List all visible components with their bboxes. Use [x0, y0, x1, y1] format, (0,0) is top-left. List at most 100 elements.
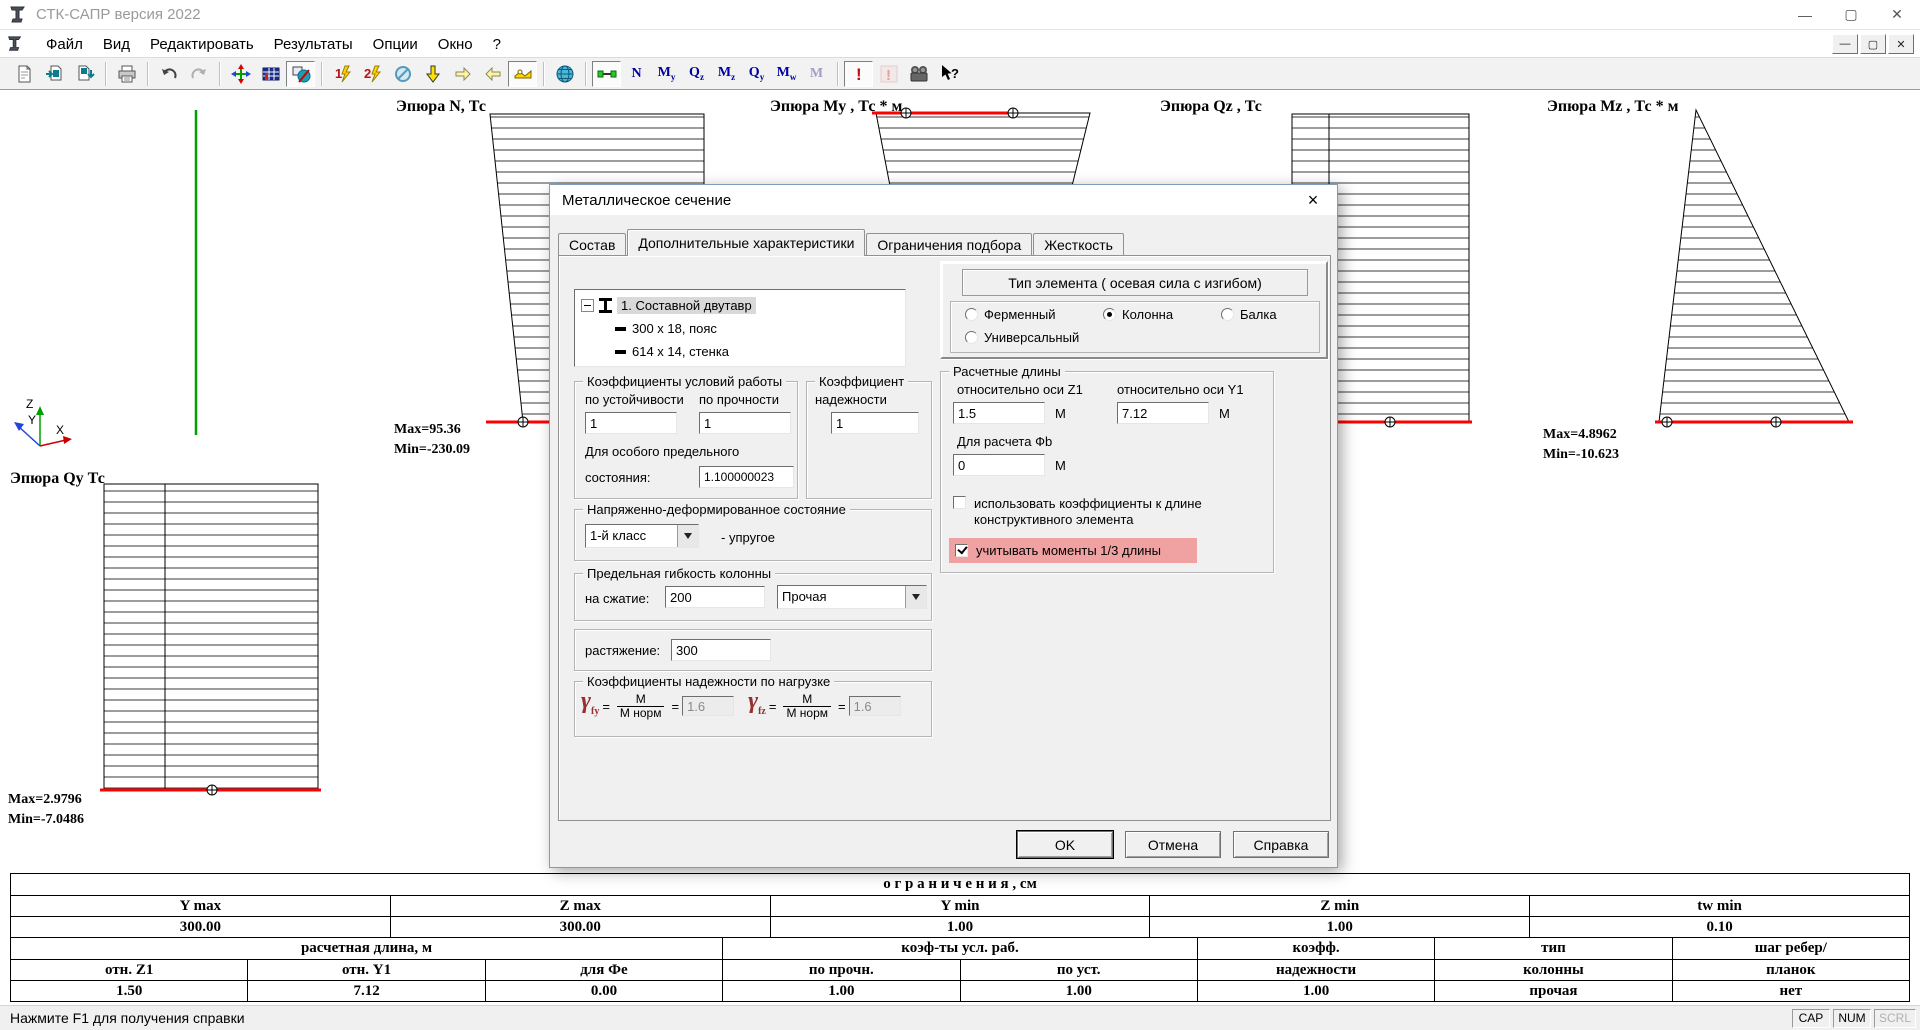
column-type-combo[interactable]: Прочая [777, 585, 927, 609]
force-n-button[interactable]: N [622, 61, 651, 87]
gamma-fy-input[interactable] [682, 696, 734, 716]
special-state-input[interactable] [699, 466, 794, 488]
checkbox-icon[interactable] [953, 496, 966, 509]
svg-text:2: 2 [364, 66, 371, 81]
force-qy-button[interactable]: Qy [742, 61, 771, 87]
undo-button[interactable] [154, 61, 183, 87]
menu-options[interactable]: Опции [363, 34, 428, 55]
menu-help[interactable]: ? [483, 34, 511, 55]
y1-length-input[interactable] [1117, 402, 1209, 424]
no-loads-button[interactable] [388, 61, 417, 87]
moments-third-label: учитывать моменты 1/3 длины [976, 543, 1161, 558]
sub-header-cell: для Фе [485, 960, 722, 981]
plate-icon [615, 350, 626, 354]
snapshot-button[interactable] [904, 61, 933, 87]
tree-child-item[interactable]: 300 x 18, пояс [581, 317, 905, 340]
maximize-icon[interactable]: ▢ [1828, 0, 1874, 29]
stability-input[interactable] [585, 412, 677, 434]
limits-header-cell: tw min [1530, 896, 1910, 917]
tree-collapse-icon[interactable] [581, 299, 594, 312]
ok-button[interactable]: OK [1017, 831, 1113, 858]
load-case-2-button[interactable]: 2 [358, 61, 387, 87]
limits-value-cell: 300.00 [390, 917, 770, 938]
menu-edit[interactable]: Редактировать [140, 34, 264, 55]
mdi-minimize-icon[interactable]: — [1832, 34, 1858, 54]
element-diagram-button[interactable] [592, 61, 621, 87]
tab-dop-characteristics[interactable]: Дополнительные характеристики [627, 229, 865, 256]
chevron-down-icon[interactable] [677, 525, 698, 547]
arrow-right-button[interactable] [448, 61, 477, 87]
arrow-left-button[interactable] [478, 61, 507, 87]
new-file-button[interactable] [10, 61, 39, 87]
checkbox-checked-icon[interactable] [955, 544, 968, 557]
dialog-close-icon[interactable]: × [1299, 188, 1327, 212]
tab-podbor-limits[interactable]: Ограничения подбора [866, 233, 1032, 256]
stress-state-group: Напряженно-деформированное состояние 1-й… [574, 509, 932, 561]
toolbar-separator [837, 62, 839, 86]
force-mz-button[interactable]: Mz [712, 61, 741, 87]
cancel-button[interactable]: Отмена [1125, 831, 1221, 858]
limits-table: о г р а н и ч е н и я , см Y max Z max Y… [10, 873, 1910, 938]
minimize-icon[interactable]: — [1782, 0, 1828, 29]
strength-input[interactable] [699, 412, 791, 434]
table-chart-icon [261, 64, 281, 84]
value-cell: 7.12 [248, 981, 485, 1002]
value-cell: 1.50 [11, 981, 248, 1002]
force-m-button[interactable]: M [802, 61, 831, 87]
svg-text:!: ! [856, 65, 862, 84]
length-coef-checkbox[interactable]: использовать коэффициенты к длинеконстру… [953, 496, 1202, 528]
menu-window[interactable]: Окно [428, 34, 483, 55]
section-tree[interactable]: 1. Составной двутавр 300 x 18, пояс 614 … [574, 289, 906, 367]
save-model-button[interactable] [70, 61, 99, 87]
axes-button[interactable] [226, 61, 255, 87]
menu-results[interactable]: Результаты [264, 34, 363, 55]
radio-truss[interactable]: Ферменный [965, 307, 1055, 322]
fragment-button[interactable] [508, 61, 537, 87]
radio-icon [965, 331, 978, 344]
diagram-my-title: Эпюра My , Тс * м [770, 98, 902, 116]
force-qz-button[interactable]: Qz [682, 61, 711, 87]
tree-root-item[interactable]: 1. Составной двутавр [581, 294, 905, 317]
limits-header-cell: Y max [11, 896, 391, 917]
length-coef-label: использовать коэффициенты к длинеконстру… [974, 496, 1202, 528]
context-help-button[interactable]: ? [934, 61, 963, 87]
mdi-close-icon[interactable]: ✕ [1888, 34, 1914, 54]
zoom-globe-button[interactable] [550, 61, 579, 87]
design-lengths-group: Расчетные длины относительно оси Z1 отно… [940, 371, 1274, 573]
radio-column[interactable]: Колонна [1103, 307, 1173, 322]
load-case-1-button[interactable]: 1 [328, 61, 357, 87]
tree-root-label: 1. Составной двутавр [617, 297, 756, 314]
results-factors2-button[interactable]: ! [874, 61, 903, 87]
tab-stiffness[interactable]: Жесткость [1033, 233, 1124, 256]
moments-third-checkbox[interactable]: учитывать моменты 1/3 длины [949, 538, 1197, 563]
chevron-down-icon[interactable] [905, 586, 926, 608]
results-factors-button[interactable]: ! [844, 61, 873, 87]
open-model-button[interactable] [40, 61, 69, 87]
close-icon[interactable]: ✕ [1874, 0, 1920, 29]
reliability-input[interactable] [831, 412, 919, 434]
compression-input[interactable] [665, 586, 765, 608]
tension-input[interactable] [671, 639, 771, 661]
tab-sostav[interactable]: Состав [558, 233, 626, 256]
fb-input[interactable] [953, 454, 1045, 476]
gamma-fz-input[interactable] [849, 696, 901, 716]
diagram-qy-min: Min=-7.0486 [8, 812, 84, 828]
print-button[interactable] [112, 61, 141, 87]
element-info-button[interactable] [286, 61, 315, 87]
menu-view[interactable]: Вид [93, 34, 140, 55]
menu-file[interactable]: Файл [36, 34, 93, 55]
dialog-title-bar[interactable]: Металлическое сечение × [550, 185, 1337, 215]
radio-beam[interactable]: Балка [1221, 307, 1277, 322]
table-chart-button[interactable] [256, 61, 285, 87]
radio-universal[interactable]: Универсальный [965, 330, 1079, 345]
redo-button[interactable] [184, 61, 213, 87]
force-mw-button[interactable]: Mw [772, 61, 801, 87]
num-indicator: NUM [1833, 1009, 1871, 1028]
tree-child-item[interactable]: 614 x 14, стенка [581, 340, 905, 363]
mdi-restore-icon[interactable]: ▢ [1860, 34, 1886, 54]
force-my-button[interactable]: My [652, 61, 681, 87]
z1-length-input[interactable] [953, 402, 1045, 424]
help-button[interactable]: Справка [1233, 831, 1329, 858]
stress-class-combo[interactable]: 1-й класс [585, 524, 699, 548]
arrow-down-button[interactable] [418, 61, 447, 87]
